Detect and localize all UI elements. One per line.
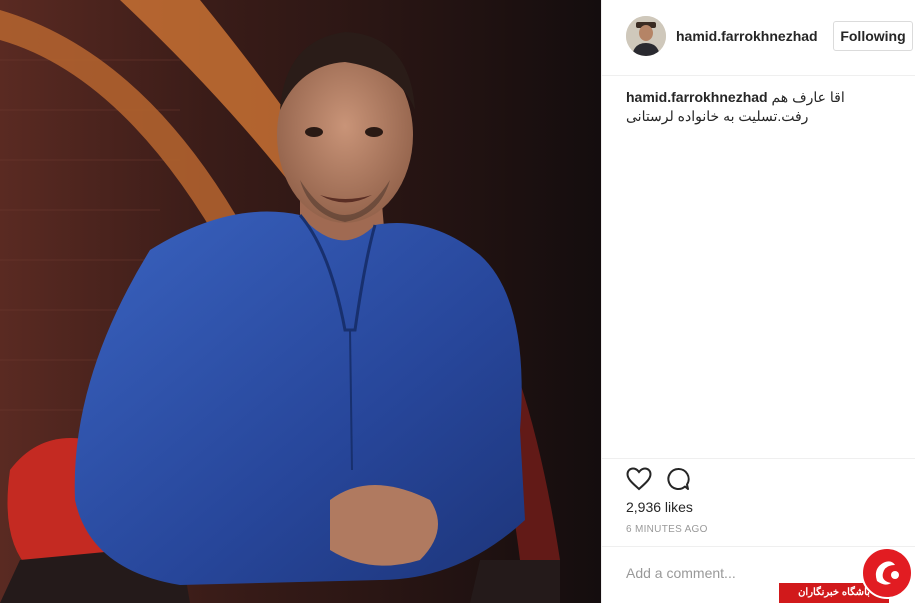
username-link[interactable]: hamid.farrokhnezhad (676, 28, 818, 44)
heart-icon[interactable] (626, 467, 652, 491)
post-actions (602, 458, 915, 491)
watermark-badge: باشگاه خبرنگاران (779, 545, 915, 603)
caption-username[interactable]: hamid.farrokhnezhad (626, 89, 768, 105)
post-photo[interactable] (0, 0, 601, 603)
post-timestamp[interactable]: 6 MINUTES AGO (626, 524, 708, 535)
following-button[interactable]: Following (833, 21, 913, 51)
post-header: hamid.farrokhnezhad Following (602, 0, 915, 76)
likes-count[interactable]: 2,936 likes (626, 499, 693, 515)
avatar-image (626, 16, 666, 56)
watermark-logo-icon (861, 547, 913, 599)
post-caption: hamid.farrokhnezhad اقا عارف هم رفت.تسلی… (626, 88, 896, 126)
avatar[interactable] (626, 16, 666, 56)
comment-icon[interactable] (666, 467, 690, 491)
post-sidebar: hamid.farrokhnezhad Following hamid.farr… (601, 0, 915, 603)
post-photo-illustration (0, 0, 601, 603)
